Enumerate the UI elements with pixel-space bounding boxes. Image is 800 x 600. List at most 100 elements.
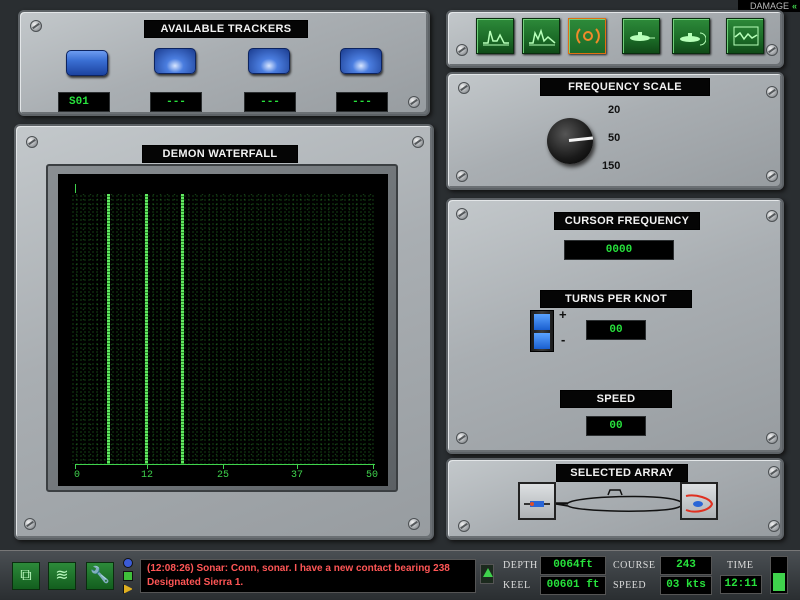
trackers-title: AVAILABLE TRACKERS (144, 20, 308, 38)
screw-icon (26, 136, 38, 148)
screw-icon (24, 518, 36, 530)
axis-tick (75, 464, 76, 469)
screw-icon (456, 432, 468, 444)
tracker-slot-3: --- (244, 92, 296, 112)
screw-icon (766, 86, 778, 98)
sonar-waves-icon: ≋ (55, 567, 69, 584)
triangle-up-icon (483, 568, 493, 577)
screw-icon (766, 44, 778, 56)
keel-label: KEEL (503, 580, 531, 591)
tracker-button-1[interactable] (66, 50, 108, 76)
course-label: COURSE (613, 560, 656, 571)
narrowband-display-button[interactable] (522, 18, 560, 54)
broadband-display-button[interactable] (476, 18, 514, 54)
submarine-outline-icon (548, 489, 683, 512)
speed-readout: 00 (586, 416, 646, 436)
demon-display-button[interactable] (568, 18, 606, 54)
selected-array-panel: SELECTED ARRAY (446, 458, 784, 540)
keel-readout: 00601 ft (540, 576, 606, 595)
axis-tick (297, 464, 298, 469)
toggle-down[interactable] (534, 333, 550, 349)
toggle-up[interactable] (534, 314, 550, 330)
narrowband-icon (529, 28, 556, 46)
frequency-scale-knob[interactable] (547, 118, 594, 164)
demon-waterfall-display[interactable]: 0 12 25 37 50 (58, 174, 388, 486)
message-log: (12:08:26) Sonar: Conn, sonar. I have a … (140, 559, 476, 593)
tracker-button-2[interactable] (154, 48, 196, 74)
trackers-panel: AVAILABLE TRACKERS S01 --- --- --- (18, 10, 430, 116)
windows-icon: ⧉ (20, 567, 32, 584)
screw-icon (766, 170, 778, 182)
depth-label: DEPTH (503, 560, 538, 571)
sphere-array-display-button[interactable] (672, 18, 710, 54)
message-expand-button[interactable] (480, 564, 494, 584)
time-compression-level (773, 573, 785, 591)
axis-tick-label: 0 (73, 470, 80, 481)
frequency-scale-title: FREQUENCY SCALE (540, 78, 710, 96)
waterfall-display-button[interactable] (726, 18, 764, 54)
course-readout: 243 (660, 556, 712, 575)
axis-tick (147, 464, 148, 469)
broadband-icon (483, 30, 509, 46)
message-scroll-up-button[interactable] (123, 558, 133, 568)
wrench-icon: 🔧 (90, 567, 110, 584)
scale-option-20[interactable]: 20 (608, 104, 620, 116)
cursor-panel: CURSOR FREQUENCY 0000 TURNS PER KNOT 00 … (446, 198, 784, 454)
waterfall-tonal-line (145, 194, 148, 464)
depth-readout: 0064ft (540, 556, 606, 575)
tracker-slot-1: S01 (58, 92, 110, 112)
tracker-slot-4: --- (336, 92, 388, 112)
screw-icon (458, 520, 470, 532)
sphere-array-icon (685, 494, 714, 513)
settings-button[interactable]: 🔧 (86, 562, 114, 590)
towed-array-button[interactable] (518, 482, 556, 520)
axis-tick-label: 37 (290, 470, 303, 481)
waterfall-tonal-line (181, 194, 184, 464)
frequency-axis (75, 464, 375, 465)
message-text: (12:08:26) Sonar: Conn, sonar. I have a … (147, 563, 450, 588)
knob-pointer (568, 136, 594, 142)
speed-status-readout: 03 kts (660, 576, 712, 595)
axis-tick-label: 50 (365, 470, 378, 481)
scale-option-150[interactable]: 150 (602, 160, 620, 172)
time-compression-gauge[interactable] (770, 556, 788, 594)
waterfall-icon (733, 26, 759, 46)
towed-array-icon (524, 501, 550, 507)
towed-array-display-button[interactable] (622, 18, 660, 54)
screw-icon (766, 432, 778, 444)
cursor-frequency-title: CURSOR FREQUENCY (554, 212, 700, 230)
screw-icon (768, 466, 780, 478)
time-readout: 12:11 (720, 575, 762, 594)
waterfall-noise (71, 194, 375, 464)
screw-icon (456, 44, 468, 56)
axis-tick (223, 464, 224, 469)
window-toggle-button[interactable]: ⧉ (12, 562, 40, 590)
scale-option-50[interactable]: 50 (608, 132, 620, 144)
axis-tick-label: 25 (216, 470, 229, 481)
sphere-array-button[interactable] (680, 482, 718, 520)
display-mode-panel (446, 10, 784, 68)
time-label: TIME (727, 560, 754, 571)
screw-icon (412, 136, 424, 148)
frequency-scale-panel: FREQUENCY SCALE 20 50 150 (446, 72, 784, 190)
message-filter-button[interactable] (123, 571, 133, 581)
tracker-button-4[interactable] (340, 48, 382, 74)
axis-tick (373, 464, 374, 469)
sonar-station-button[interactable]: ≋ (48, 562, 76, 590)
tracker-slot-2: --- (150, 92, 202, 112)
demon-icon (576, 28, 600, 44)
selected-array-title: SELECTED ARRAY (556, 464, 688, 482)
turns-per-knot-toggle[interactable] (530, 310, 554, 352)
tracker-button-3[interactable] (248, 48, 290, 74)
waterfall-tonal-line (107, 194, 110, 464)
screw-icon (766, 210, 778, 222)
submarine-sonar-icon (680, 32, 706, 46)
screw-icon (456, 208, 468, 220)
axis-tick-label: 12 (140, 470, 153, 481)
cursor-frequency-readout: 0000 (564, 240, 674, 260)
frequency-cursor[interactable] (75, 184, 76, 193)
screw-icon (456, 170, 468, 182)
waterfall-title: DEMON WATERFALL (142, 145, 298, 163)
screw-icon (30, 20, 42, 32)
speed-status-label: SPEED (613, 580, 647, 591)
